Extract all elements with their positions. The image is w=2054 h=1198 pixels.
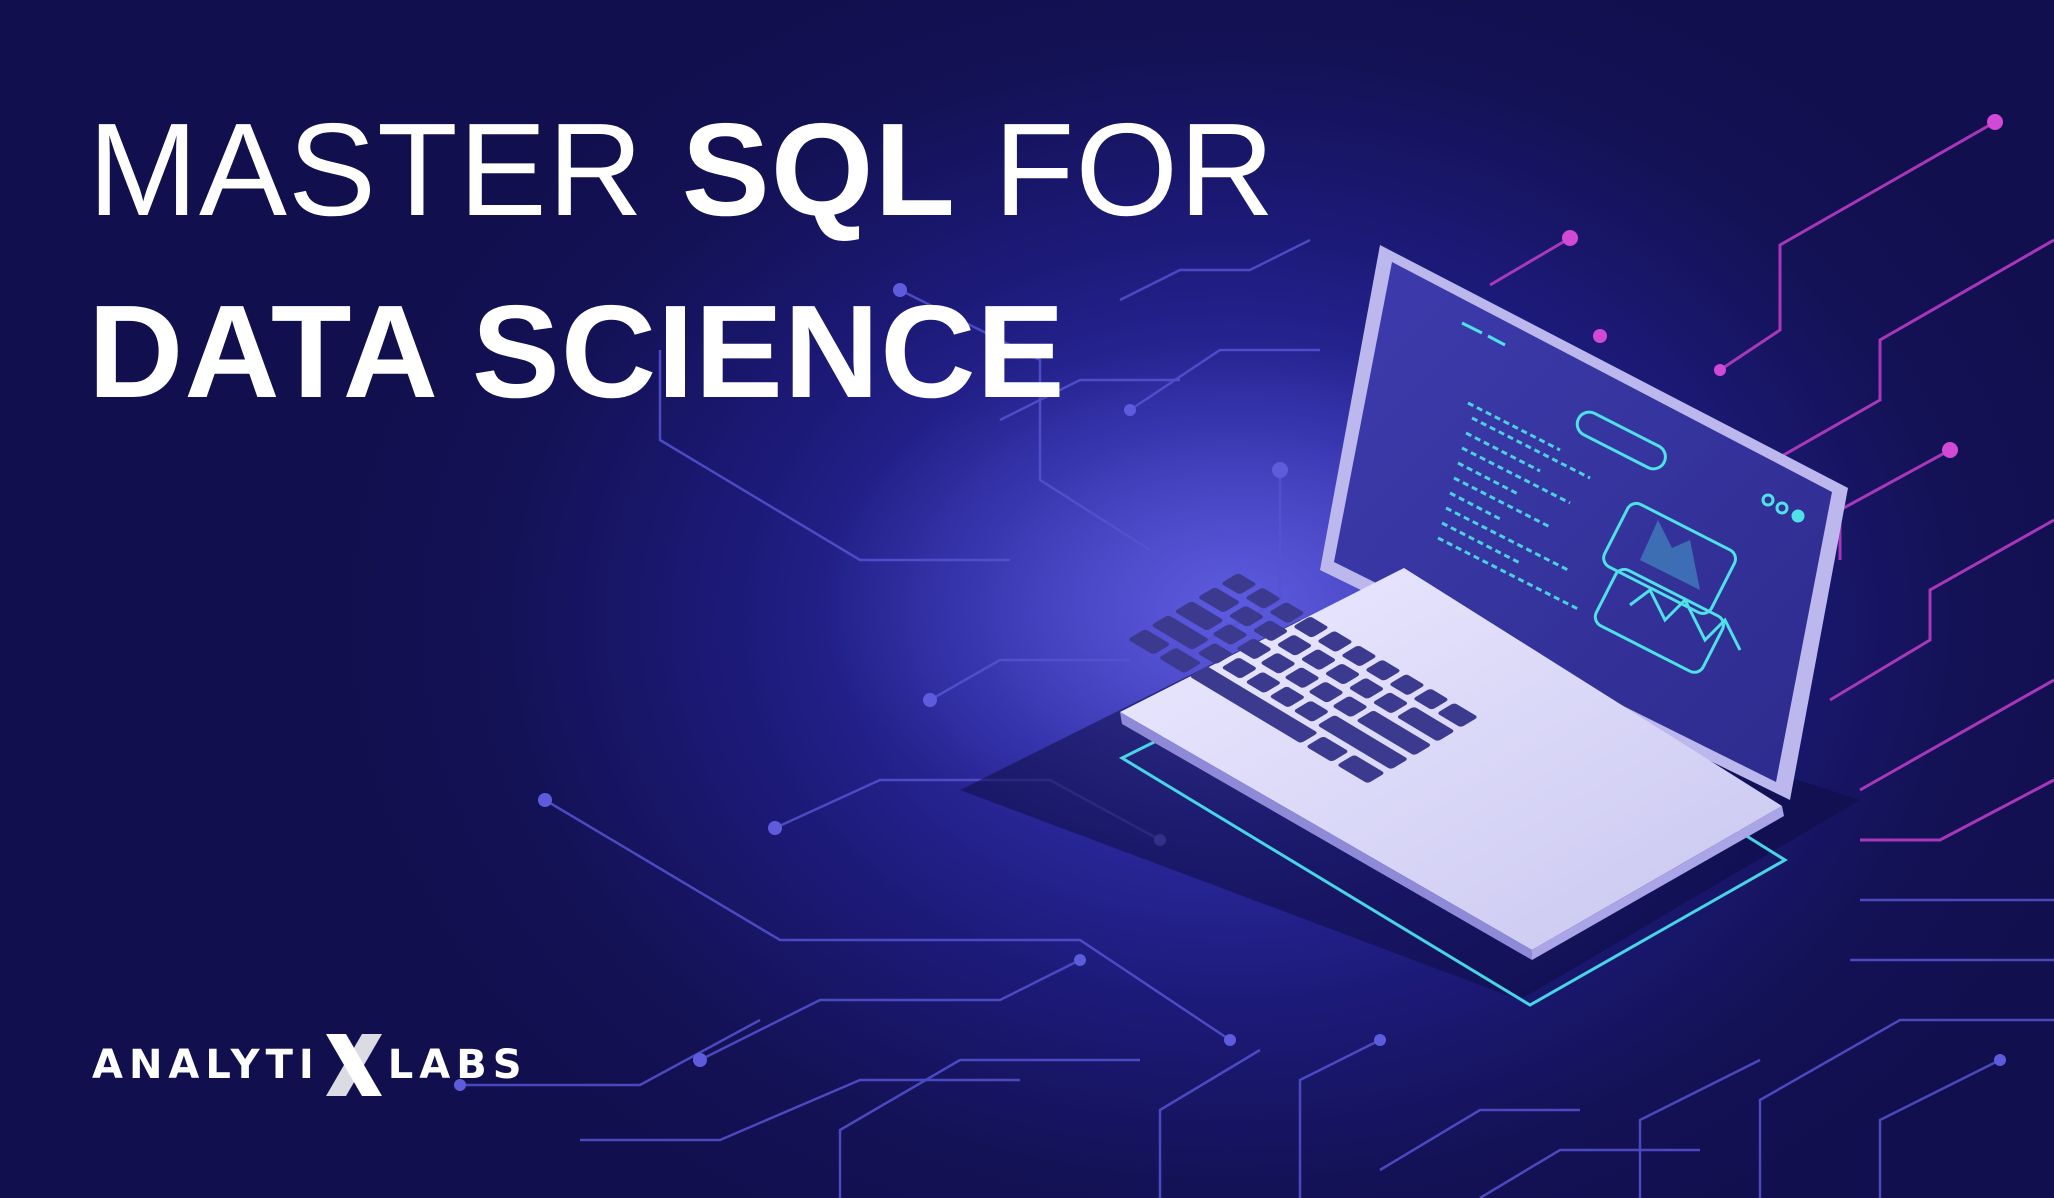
headline-line-2: DATA SCIENCE	[88, 278, 1066, 425]
headline-line-1: MASTER SQL FOR	[88, 100, 1275, 240]
headline-word-for: FOR	[956, 96, 1276, 243]
brand-logo: ANALYTI LABS	[92, 1030, 528, 1100]
headline-word-sql: SQL	[681, 96, 957, 243]
headline-word-master: MASTER	[88, 96, 682, 243]
logo-text-left: ANALYTI	[92, 1042, 320, 1088]
logo-x-mark	[325, 1034, 382, 1096]
logo-text-right: LABS	[387, 1042, 528, 1088]
banner: MASTER SQL FOR DATA SCIENCE ANALYTI LABS	[0, 0, 2054, 1198]
